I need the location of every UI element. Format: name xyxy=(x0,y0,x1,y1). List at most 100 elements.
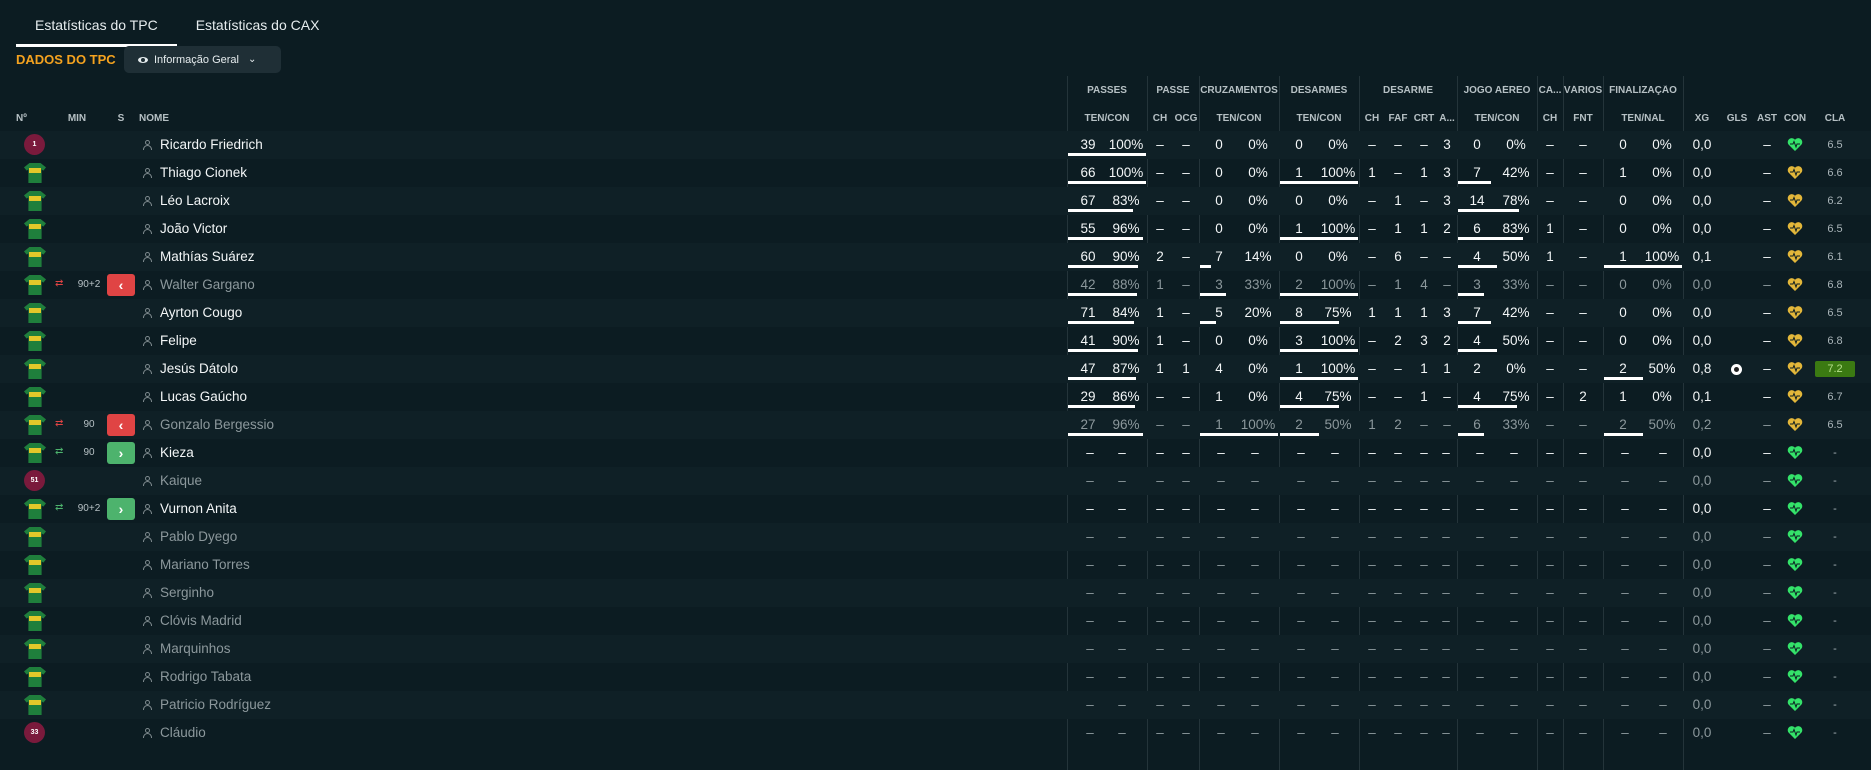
player-name[interactable]: Léo Lacroix xyxy=(160,187,230,215)
air-bar xyxy=(1458,265,1497,268)
person-icon xyxy=(143,672,152,682)
player-name[interactable]: Walter Gargano xyxy=(160,271,255,299)
tk-crt: 1 xyxy=(1420,165,1428,180)
pass-ch: 1 xyxy=(1156,333,1164,348)
various-fnt: – xyxy=(1579,417,1587,432)
col-air[interactable]: TEN/CON xyxy=(1457,113,1537,124)
col-tk-ch[interactable]: CH xyxy=(1359,113,1385,124)
table-row[interactable]: ⇄ 90+2 › Vurnon Anita – – – – – – – – – – – – – – – – – –0,0–… xyxy=(0,495,1871,523)
col-pass[interactable]: TEN/CON xyxy=(1067,113,1147,124)
player-name[interactable]: João Victor xyxy=(160,215,227,243)
player-name[interactable]: Thiago Cionek xyxy=(160,159,247,187)
view-dropdown[interactable]: Informação Geral ⌄ xyxy=(124,46,281,73)
player-name[interactable]: Patricio Rodríguez xyxy=(160,691,271,719)
various-fnt: – xyxy=(1579,361,1587,376)
table-row[interactable]: Jesús Dátolo 47 87% 1 1 4 0% 1 100% – –1 1 2 0% – –2 50%… xyxy=(0,355,1871,383)
empty-stat: – xyxy=(1476,445,1484,460)
col-cla[interactable]: CLA xyxy=(1815,113,1855,124)
col-min[interactable]: MIN xyxy=(62,113,92,124)
col-ca-ch[interactable]: CH xyxy=(1537,113,1563,124)
view-dropdown-label: Informação Geral xyxy=(154,53,239,66)
col-pass-ch[interactable]: CH xyxy=(1147,113,1173,124)
empty-stat: – xyxy=(1217,725,1225,740)
col-tk-crt[interactable]: CRT xyxy=(1411,113,1437,124)
assists: – xyxy=(1763,137,1771,152)
col-gls[interactable]: GLS xyxy=(1722,113,1752,124)
empty-stat: – xyxy=(1118,473,1126,488)
air-pct: 42% xyxy=(1502,165,1530,180)
player-name[interactable]: Lucas Gaúcho xyxy=(160,383,247,411)
table-row[interactable]: 33 Cláudio – – – – – – – – – – – – – – – – – –0,0– - xyxy=(0,719,1871,747)
player-name[interactable]: Ricardo Friedrich xyxy=(160,131,263,159)
empty-stat: – xyxy=(1331,445,1339,460)
col-num[interactable]: Nº xyxy=(16,113,36,124)
col-s[interactable]: S xyxy=(112,113,130,124)
sub-out-button[interactable]: ‹ xyxy=(107,274,135,296)
tab-tpc-stats[interactable]: Estatísticas do TPC xyxy=(16,0,177,47)
sub-in-button[interactable]: › xyxy=(107,442,135,464)
empty-stat: – xyxy=(1086,557,1094,572)
table-row[interactable]: Felipe 41 90% 1–0 0% 3 100% –2 3 2 4 50% – –0 0% 0,0–6.… xyxy=(0,327,1871,355)
player-name[interactable]: Kieza xyxy=(160,439,194,467)
player-name[interactable]: Felipe xyxy=(160,327,197,355)
empty-stat: – xyxy=(1251,641,1259,656)
player-name[interactable]: Mariano Torres xyxy=(160,551,250,579)
col-xg[interactable]: XG xyxy=(1687,113,1717,124)
player-name[interactable]: Mathías Suárez xyxy=(160,243,255,271)
table-row[interactable]: João Victor 55 96% – –0 0% 1 100% –1 1 2 6 83% 1–0 0% 0… xyxy=(0,215,1871,243)
tab-cax-stats[interactable]: Estatísticas do CAX xyxy=(177,0,339,44)
player-name[interactable]: Gonzalo Bergessio xyxy=(160,411,274,439)
condition-heart-icon xyxy=(1787,585,1803,600)
col-tackle[interactable]: TEN/CON xyxy=(1279,113,1359,124)
col-pass-ocg[interactable]: OCG xyxy=(1173,113,1199,124)
table-row[interactable]: Pablo Dyego – – – – – – – – – – – – – – – – – –0,0– - xyxy=(0,523,1871,551)
table-row[interactable]: Ayrton Cougo 71 84% 1–5 20% 8 75% 1 1 1 3 7 42% – –0 0%… xyxy=(0,299,1871,327)
table-row[interactable]: Léo Lacroix 67 83% – –0 0% 0 0% –1–3 14 78% – –0 0% 0,… xyxy=(0,187,1871,215)
table-row[interactable]: ⇄ 90 ‹ Gonzalo Bergessio 27 96% – –1 100% 2 50% 1 2–… xyxy=(0,411,1871,439)
table-row[interactable]: Rodrigo Tabata – – – – – – – – – – – – – – – – – –0,0– - xyxy=(0,663,1871,691)
col-fnt[interactable]: FNT xyxy=(1563,113,1603,124)
outfield-kit-icon xyxy=(24,415,46,435)
empty-stat: – xyxy=(1156,725,1164,740)
table-row[interactable]: ⇄ 90+2 ‹ Walter Gargano 42 88% 1–3 33% 2 100% –1 4–… xyxy=(0,271,1871,299)
player-name[interactable]: Ayrton Cougo xyxy=(160,299,242,327)
table-row[interactable]: Marquinhos – – – – – – – – – – – – – – – – – –0,0– - xyxy=(0,635,1871,663)
xg-value: 0,0 xyxy=(1692,137,1712,152)
empty-stat: – xyxy=(1394,613,1402,628)
player-name[interactable]: Jesús Dátolo xyxy=(160,355,238,383)
player-name[interactable]: Pablo Dyego xyxy=(160,523,237,551)
ca-ch: – xyxy=(1546,417,1554,432)
player-name[interactable]: Clóvis Madrid xyxy=(160,607,242,635)
table-row[interactable]: Mathías Suárez 60 90% 2–7 14% 0 0% –6– –4 50% 1–1 1… xyxy=(0,243,1871,271)
player-name[interactable]: Marquinhos xyxy=(160,635,231,663)
player-name[interactable]: Serginho xyxy=(160,579,214,607)
pass-bar xyxy=(1068,321,1134,324)
table-row[interactable]: ⇄ 90 › Kieza – – – – – – – – – – – – – – – – – –0,0– - xyxy=(0,439,1871,467)
col-name[interactable]: NOME xyxy=(139,113,199,124)
col-con[interactable]: CON xyxy=(1780,113,1810,124)
table-row[interactable]: Thiago Cionek 66 100% – –0 0% 1 100% 1–1 3 7 42% – –1… xyxy=(0,159,1871,187)
player-name[interactable]: Rodrigo Tabata xyxy=(160,663,251,691)
col-tk-faf[interactable]: FAF xyxy=(1385,113,1411,124)
table-row[interactable]: 51 Kaique – – – – – – – – – – – – – – – – – –0,0– - xyxy=(0,467,1871,495)
table-row[interactable]: Lucas Gaúcho 29 86% – –1 0% 4 75% – –1–4 75% –2 1 0% 0… xyxy=(0,383,1871,411)
empty-stat: – xyxy=(1510,529,1518,544)
sub-in-button[interactable]: › xyxy=(107,498,135,520)
table-row[interactable]: Patricio Rodríguez – – – – – – – – – – – – – – – – – –0,0–… xyxy=(0,691,1871,719)
col-ast[interactable]: AST xyxy=(1752,113,1782,124)
table-row[interactable]: 1 Ricardo Friedrich 39 100% – –0 0% 0 0% – – –3 0 0% –… xyxy=(0,131,1871,159)
outfield-kit-icon xyxy=(24,191,46,211)
table-row[interactable]: Clóvis Madrid – – – – – – – – – – – – – – – – – –0,0– - xyxy=(0,607,1871,635)
player-name[interactable]: Cláudio xyxy=(160,719,206,747)
empty-stat: – xyxy=(1368,501,1376,516)
col-tk-a[interactable]: A... xyxy=(1437,113,1457,124)
col-fin[interactable]: TEN/NAL xyxy=(1603,113,1683,124)
player-name[interactable]: Vurnon Anita xyxy=(160,495,237,523)
col-cross[interactable]: TEN/CON xyxy=(1199,113,1279,124)
empty-stat: – xyxy=(1156,669,1164,684)
player-name[interactable]: Kaique xyxy=(160,467,202,495)
sub-out-button[interactable]: ‹ xyxy=(107,414,135,436)
air-bar xyxy=(1458,405,1517,408)
table-row[interactable]: Mariano Torres – – – – – – – – – – – – – – – – – –0,0– - xyxy=(0,551,1871,579)
table-row[interactable]: Serginho – – – – – – – – – – – – – – – – – –0,0– - xyxy=(0,579,1871,607)
